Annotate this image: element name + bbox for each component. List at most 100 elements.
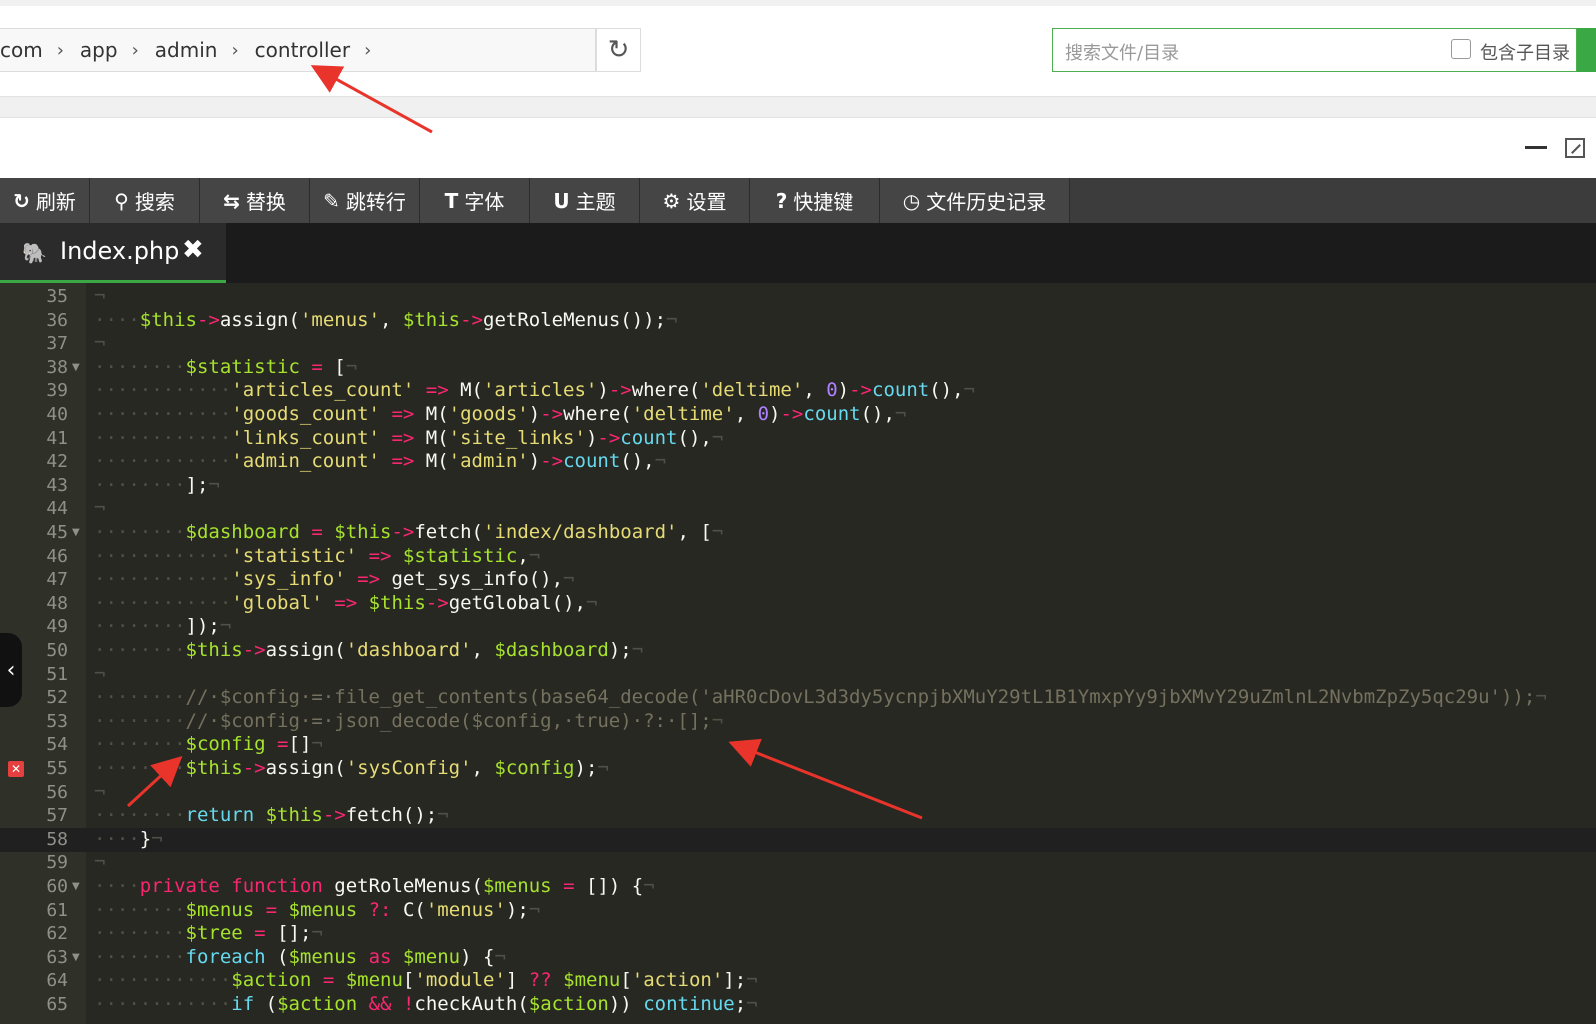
refresh-path-button[interactable]: ↻ — [596, 28, 641, 72]
minimize-icon[interactable] — [1525, 146, 1547, 149]
line-number: 38 — [46, 356, 68, 378]
code-line: ············'articles_count' => M('artic… — [94, 379, 975, 402]
toolbar-replace-button[interactable]: ⇆ 替换 — [200, 178, 310, 223]
collapse-sidebar-handle[interactable]: ‹ — [0, 633, 22, 707]
tab-index-php[interactable]: 🐘 Index.php ✖ — [0, 223, 226, 283]
line-number: 57 — [46, 805, 68, 827]
line-number: 36 — [46, 309, 68, 331]
magnet-icon: U — [553, 188, 570, 213]
font-icon: T — [444, 188, 459, 213]
toolbar-label: 文件历史记录 — [926, 190, 1047, 214]
code-line: ¬ — [94, 662, 106, 685]
code-line: ····$this->assign('menus', $this->getRol… — [94, 308, 678, 331]
toolbar-gear-button[interactable]: ⚙ 设置 — [640, 178, 750, 223]
help-icon: ? — [775, 188, 788, 213]
tab-bar: 🐘 Index.php ✖ — [0, 223, 1596, 283]
fold-toggle-icon[interactable]: ▼ — [72, 362, 80, 373]
line-number: 61 — [46, 899, 68, 921]
search-input[interactable]: 搜索文件/目录 包含子目录 — [1052, 28, 1577, 72]
line-number: 42 — [46, 451, 68, 473]
code-line: ¬ — [94, 780, 106, 803]
search-icon: ⚲ — [114, 188, 129, 213]
code-line: ············'sys_info' => get_sys_info()… — [94, 568, 575, 591]
reload-icon: ↻ — [607, 35, 630, 65]
breadcrumb-segment-com[interactable]: com — [0, 38, 43, 62]
line-number: 56 — [46, 781, 68, 803]
code-line: ········//·$config·=·json_decode($config… — [94, 709, 724, 732]
maximize-icon[interactable] — [1565, 138, 1585, 158]
toolbar-pin-button[interactable]: ✎ 跳转行 — [310, 178, 420, 223]
code-editor[interactable]: ✕ 35 ¬ 36 ····$this->assign('menus', $this-… — [0, 283, 1596, 1024]
code-line: ············'admin_count' => M('admin')-… — [94, 450, 667, 473]
toolbar-clock-button[interactable]: ◷ 文件历史记录 — [880, 178, 1070, 223]
line-number: 37 — [46, 333, 68, 355]
line-number: 64 — [46, 970, 68, 992]
line-number: 58 — [46, 828, 68, 850]
code-line: ····private function getRoleMenus($menus… — [94, 875, 655, 897]
toolbar-label: 字体 — [464, 190, 505, 214]
code-line: ¬ — [94, 497, 106, 520]
line-number: 35 — [46, 286, 68, 307]
clock-icon: ◷ — [902, 188, 921, 213]
toolbar-help-button[interactable]: ? 快捷键 — [750, 178, 880, 223]
breadcrumb-segment-controller[interactable]: controller — [255, 38, 350, 62]
chevron-right-icon: › — [364, 39, 372, 61]
code-line: ········$statistic = [¬ — [94, 355, 358, 378]
code-line: ············'global' => $this->getGlobal… — [94, 591, 598, 614]
line-number: 40 — [46, 404, 68, 425]
editor-window-header — [0, 118, 1596, 178]
code-line: ········$tree = [];¬ — [94, 922, 323, 945]
toolbar-label: 搜索 — [134, 190, 175, 214]
toolbar-label: 快捷键 — [793, 190, 854, 214]
tab-filename: Index.php — [60, 237, 180, 265]
line-number: 41 — [46, 427, 68, 449]
include-subdir-checkbox[interactable] — [1451, 39, 1471, 59]
toolbar-label: 设置 — [686, 190, 727, 214]
top-stripe — [0, 0, 1596, 6]
line-number: 47 — [46, 569, 68, 591]
code-line: ········$dashboard = $this->fetch('index… — [94, 521, 724, 543]
code-line: ········$config =[]¬ — [94, 733, 323, 756]
toolbar-refresh-button[interactable]: ↻ 刷新 — [0, 178, 90, 223]
code-line: ¬ — [94, 332, 106, 355]
code-line: ········];¬ — [94, 473, 220, 496]
toolbar-search-button[interactable]: ⚲ 搜索 — [90, 178, 200, 223]
toolbar-label: 替换 — [245, 190, 286, 214]
breadcrumb-segment-admin[interactable]: admin — [155, 38, 218, 62]
line-number: 43 — [46, 474, 68, 496]
line-number: 48 — [46, 592, 68, 614]
code-line: ········return $this->fetch();¬ — [94, 804, 449, 827]
line-number: 59 — [46, 852, 68, 874]
search-submit-button[interactable] — [1577, 28, 1596, 72]
line-number: 44 — [46, 498, 68, 520]
code-line: ········//·$config·=·file_get_contents(b… — [94, 686, 1547, 709]
chevron-right-icon: › — [56, 39, 64, 61]
active-line-highlight — [0, 827, 1596, 852]
refresh-icon: ↻ — [13, 188, 30, 213]
php-elephant-icon: 🐘 — [22, 241, 47, 265]
fold-toggle-icon[interactable]: ▼ — [72, 952, 80, 963]
toolbar-magnet-button[interactable]: U 主题 — [530, 178, 640, 223]
search-placeholder: 搜索文件/目录 — [1065, 43, 1180, 64]
line-number: 63 — [46, 946, 68, 968]
file-manager-header: com › app › admin › controller › ↻ 搜索文件/目录 包含子目… — [0, 0, 1596, 118]
line-number: 54 — [46, 734, 68, 756]
code-line: ········]);¬ — [94, 615, 232, 638]
toolbar-font-button[interactable]: T 字体 — [420, 178, 530, 223]
toolbar-label: 跳转行 — [345, 190, 406, 214]
code-line: ········$this->assign('dashboard', $dash… — [94, 639, 644, 661]
chevron-left-icon: ‹ — [6, 657, 16, 683]
fold-toggle-icon[interactable]: ▼ — [72, 527, 80, 538]
breadcrumb-segment-app[interactable]: app — [80, 38, 118, 62]
divider-bar — [0, 96, 1596, 118]
toolbar-label: 刷新 — [35, 190, 76, 214]
code-line: ¬ — [94, 851, 106, 874]
line-number: 55 — [46, 758, 68, 779]
code-line: ············$action = $menu['module'] ??… — [94, 969, 758, 992]
close-tab-icon[interactable]: ✖ — [182, 235, 204, 265]
replace-icon: ⇆ — [223, 188, 240, 213]
code-line: ············if ($action && !checkAuth($a… — [94, 993, 758, 1015]
fold-toggle-icon[interactable]: ▼ — [72, 881, 80, 892]
editor-toolbar: ↻ 刷新 ⚲ 搜索 ⇆ 替换 ✎ 跳转行 T 字体 U 主题 ⚙ 设置? 快捷键 ◷ 文件历史记录 — [0, 178, 1596, 223]
line-number: 45 — [46, 522, 68, 543]
